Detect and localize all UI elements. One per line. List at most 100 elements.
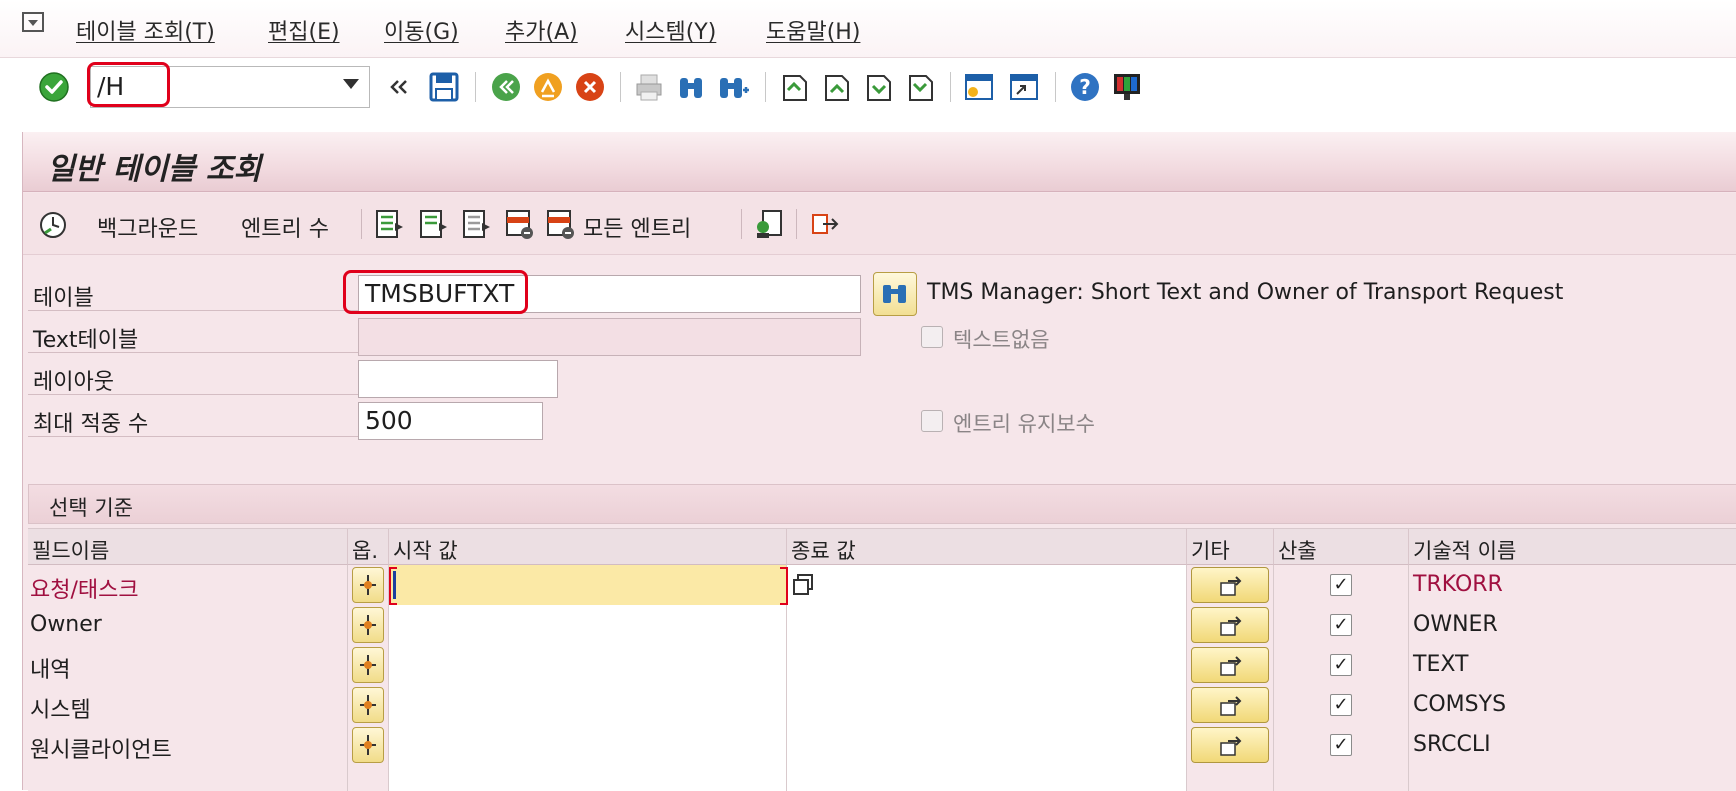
help-icon[interactable]: ? — [1068, 70, 1102, 104]
menu-help[interactable]: 도움말(H) — [766, 14, 860, 46]
toolbar-separator — [765, 72, 766, 102]
output-checkbox[interactable]: ✓ — [1330, 694, 1352, 716]
table-row: 시스템 ✓ COMSYS — [28, 685, 1736, 725]
multiple-selection-button[interactable] — [1191, 687, 1269, 723]
menu-toggle-icon[interactable] — [22, 12, 48, 34]
option-cell — [348, 725, 389, 765]
select-option-icon — [360, 655, 376, 675]
divider — [28, 394, 358, 395]
menu-bar: 테이블 조회(T) 편집(E) 이동(G) 추가(A) 시스템(Y) 도움말(H… — [0, 0, 1736, 58]
field-selection-icon[interactable] — [753, 207, 785, 241]
entry-maintenance-checkbox — [921, 410, 943, 432]
delete-selection-icon[interactable] — [544, 207, 576, 241]
page-title: 일반 테이블 조회 — [47, 152, 262, 187]
multiple-selection-button[interactable] — [1191, 567, 1269, 603]
output-checkbox[interactable]: ✓ — [1330, 574, 1352, 596]
from-value-input[interactable] — [389, 685, 787, 725]
select-option-button[interactable] — [352, 567, 384, 603]
option-cell — [348, 605, 389, 645]
empty-cell — [1274, 765, 1409, 791]
select-option-button[interactable] — [352, 687, 384, 723]
output-checkbox[interactable]: ✓ — [1330, 654, 1352, 676]
background-button[interactable]: 백그라운드 — [97, 211, 198, 243]
find-next-icon[interactable] — [716, 70, 750, 104]
menu-goto[interactable]: 이동(G) — [384, 14, 459, 46]
menu-edit[interactable]: 편집(E) — [268, 14, 340, 46]
to-value-input[interactable] — [787, 565, 1187, 605]
shortcut-icon[interactable] — [1007, 70, 1041, 104]
output-checkbox[interactable]: ✓ — [1330, 614, 1352, 636]
no-text-label: 텍스트없음 — [953, 328, 1050, 352]
svg-text:?: ? — [1079, 75, 1091, 99]
select-option-button[interactable] — [352, 607, 384, 643]
field-name-cell: Owner — [28, 605, 348, 645]
menu-extras[interactable]: 추가(A) — [505, 14, 578, 46]
empty-cell — [348, 765, 389, 791]
column-header-more: 기타 — [1187, 529, 1274, 565]
main-area: 일반 테이블 조회 백그라운드 엔트리 수 모든 엔트리 테이블 TMSBUFT… — [22, 132, 1736, 791]
output-checkbox[interactable]: ✓ — [1330, 734, 1352, 756]
menu-table-view[interactable]: 테이블 조회(T) — [76, 14, 215, 46]
max-hits-input[interactable]: 500 — [358, 402, 543, 440]
print-icon[interactable] — [632, 70, 666, 104]
from-value-input[interactable] — [389, 645, 787, 685]
from-value-input[interactable] — [389, 605, 787, 645]
table-row: Owner ✓ OWNER — [28, 605, 1736, 645]
multiple-selection-icon — [1220, 616, 1242, 636]
toolbar-separator — [950, 72, 951, 102]
to-value-input[interactable] — [787, 685, 1187, 725]
back-icon[interactable] — [489, 70, 523, 104]
all-entries-button[interactable]: 모든 엔트리 — [583, 211, 691, 243]
select-block-icon[interactable] — [417, 207, 449, 241]
technical-name-cell: SRCCLI — [1409, 725, 1736, 765]
exit-icon[interactable] — [531, 70, 565, 104]
multiple-selection-button[interactable] — [1191, 727, 1269, 763]
to-value-input[interactable] — [787, 605, 1187, 645]
to-value-input[interactable] — [787, 725, 1187, 765]
find-icon[interactable] — [674, 70, 708, 104]
table-row: 내역 ✓ TEXT — [28, 645, 1736, 685]
toolbar-separator — [741, 209, 742, 239]
divider — [28, 436, 358, 437]
from-value-input[interactable] — [389, 565, 787, 605]
from-value-input[interactable] — [389, 725, 787, 765]
empty-cell — [787, 765, 1187, 791]
enter-icon[interactable] — [37, 70, 71, 104]
select-all-icon[interactable] — [373, 207, 405, 241]
entry-count-button[interactable]: 엔트리 수 — [241, 211, 329, 243]
previous-page-icon[interactable] — [818, 70, 852, 104]
transport-icon[interactable] — [809, 207, 841, 241]
select-option-button[interactable] — [352, 727, 384, 763]
chevron-down-icon[interactable] — [343, 79, 359, 89]
column-header-to-value: 종료 값 — [787, 529, 1187, 565]
save-icon[interactable] — [427, 70, 461, 104]
layout-input[interactable] — [358, 360, 558, 398]
output-cell: ✓ — [1274, 725, 1409, 765]
multiple-selection-button[interactable] — [1191, 647, 1269, 683]
delete-row-icon[interactable] — [503, 207, 535, 241]
next-page-icon[interactable] — [860, 70, 894, 104]
deselect-all-icon[interactable] — [460, 207, 492, 241]
first-page-icon[interactable] — [776, 70, 810, 104]
field-name-cell: 내역 — [28, 645, 348, 685]
output-cell: ✓ — [1274, 605, 1409, 645]
copy-icon[interactable] — [792, 573, 816, 597]
select-option-button[interactable] — [352, 647, 384, 683]
multiple-selection-button[interactable] — [1191, 607, 1269, 643]
cancel-icon[interactable] — [573, 70, 607, 104]
customize-layout-icon[interactable] — [1110, 70, 1144, 104]
last-page-icon[interactable] — [902, 70, 936, 104]
execute-in-background-icon[interactable] — [37, 207, 69, 241]
table-description: TMS Manager: Short Text and Owner of Tra… — [927, 280, 1564, 305]
focus-bracket-left — [389, 567, 397, 605]
column-header-option: 옵. — [348, 529, 389, 565]
select-option-icon — [360, 615, 376, 635]
create-session-icon[interactable] — [962, 70, 996, 104]
menu-system[interactable]: 시스템(Y) — [625, 14, 716, 46]
multiple-selection-icon — [1220, 696, 1242, 716]
output-cell: ✓ — [1274, 685, 1409, 725]
back-double-icon[interactable] — [384, 70, 418, 104]
table-info-button[interactable] — [873, 272, 917, 316]
to-value-input[interactable] — [787, 645, 1187, 685]
no-text-checkbox — [921, 326, 943, 348]
